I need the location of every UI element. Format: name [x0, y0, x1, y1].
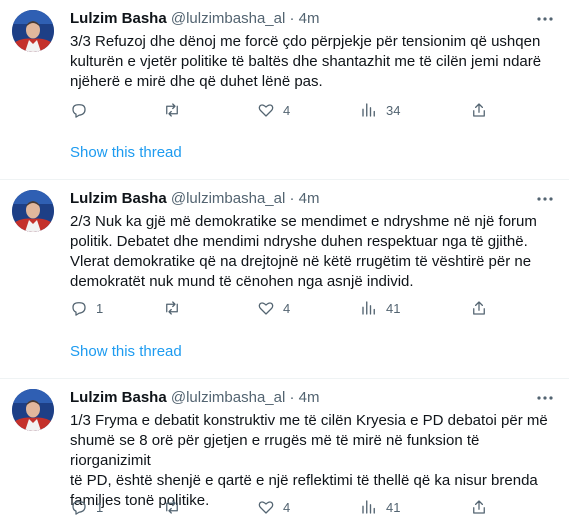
views-button[interactable]: 34	[360, 100, 400, 120]
share-button[interactable]	[470, 497, 488, 517]
views-icon	[362, 301, 375, 315]
heart-icon	[258, 501, 274, 514]
separator-dot: ·	[289, 389, 295, 406]
view-count: 41	[386, 499, 401, 515]
timestamp[interactable]: 4m	[299, 389, 320, 406]
more-options-button[interactable]	[535, 9, 555, 29]
reply-icon	[72, 501, 86, 515]
avatar[interactable]	[12, 190, 54, 232]
tweet-header: Lulzim Basha @lulzimbasha_al · 4m	[70, 190, 320, 208]
share-icon	[473, 500, 485, 514]
tweet-header: Lulzim Basha @lulzimbasha_al · 4m	[70, 10, 320, 28]
share-icon	[473, 103, 485, 117]
avatar[interactable]	[12, 10, 54, 52]
like-count: 4	[283, 499, 291, 515]
show-thread-link[interactable]: Show this thread	[70, 144, 182, 161]
separator-dot: ·	[289, 10, 295, 27]
divider	[0, 378, 569, 379]
views-icon	[362, 500, 375, 514]
reply-button[interactable]	[70, 100, 96, 120]
share-button[interactable]	[470, 298, 488, 318]
like-button[interactable]: 4	[257, 100, 290, 120]
retweet-button[interactable]	[163, 298, 189, 318]
avatar[interactable]	[12, 389, 54, 431]
views-button[interactable]: 41	[360, 497, 400, 517]
reply-button[interactable]: 1	[70, 497, 103, 517]
divider	[0, 179, 569, 180]
reply-icon	[72, 104, 86, 118]
retweet-icon	[166, 103, 178, 117]
profile-photo-icon	[12, 190, 54, 232]
reply-icon	[72, 302, 86, 316]
author-handle[interactable]: @lulzimbasha_al	[171, 389, 285, 406]
timestamp[interactable]: 4m	[299, 190, 320, 207]
author-handle[interactable]: @lulzimbasha_al	[171, 10, 285, 27]
author-name[interactable]: Lulzim Basha	[70, 10, 167, 27]
reply-button[interactable]: 1	[70, 298, 103, 318]
more-icon	[537, 17, 553, 21]
retweet-button[interactable]	[163, 100, 189, 120]
tweet-text: 1/3 Fryma e debatit konstruktiv me të ci…	[70, 412, 548, 509]
more-icon	[537, 396, 553, 400]
separator-dot: ·	[289, 190, 295, 207]
more-icon	[537, 197, 553, 201]
heart-icon	[258, 302, 274, 315]
view-count: 34	[386, 102, 401, 118]
tweet-actions: 1 4 41	[70, 497, 540, 517]
profile-photo-icon	[12, 10, 54, 52]
views-icon	[362, 103, 375, 117]
tweet-actions: 4 34	[70, 100, 540, 120]
retweet-icon	[166, 500, 178, 514]
like-button[interactable]: 4	[257, 298, 290, 318]
more-options-button[interactable]	[535, 189, 555, 209]
reply-count: 1	[96, 300, 104, 316]
heart-icon	[258, 104, 274, 117]
tweet-text: 3/3 Refuzoj dhe dënoj me forcë çdo përpj…	[70, 33, 542, 90]
author-name[interactable]: Lulzim Basha	[70, 190, 167, 207]
author-handle[interactable]: @lulzimbasha_al	[171, 190, 285, 207]
tweet-actions: 1 4 41	[70, 298, 540, 318]
share-icon	[473, 301, 485, 315]
view-count: 41	[386, 300, 401, 316]
retweet-button[interactable]	[163, 497, 189, 517]
share-button[interactable]	[470, 100, 488, 120]
tweet-header: Lulzim Basha @lulzimbasha_al · 4m	[70, 389, 320, 407]
like-button[interactable]: 4	[257, 497, 290, 517]
more-options-button[interactable]	[535, 388, 555, 408]
views-button[interactable]: 41	[360, 298, 400, 318]
reply-count: 1	[96, 499, 104, 515]
timestamp[interactable]: 4m	[299, 10, 320, 27]
like-count: 4	[283, 102, 291, 118]
like-count: 4	[283, 300, 291, 316]
profile-photo-icon	[12, 389, 54, 431]
author-name[interactable]: Lulzim Basha	[70, 389, 167, 406]
tweet-text: 2/3 Nuk ka gjë më demokratike se mendime…	[70, 213, 537, 290]
retweet-icon	[166, 301, 178, 315]
show-thread-link[interactable]: Show this thread	[70, 343, 182, 360]
